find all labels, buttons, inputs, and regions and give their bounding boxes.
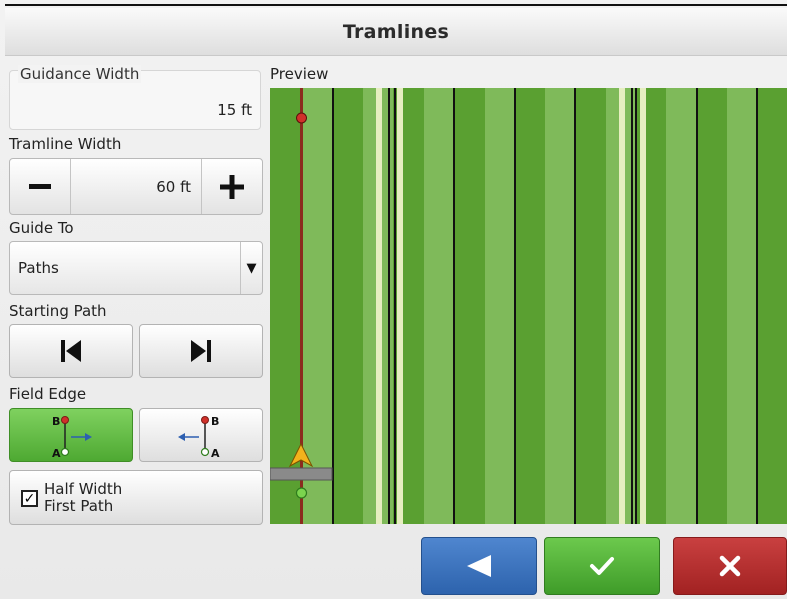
guide-to-value: Paths bbox=[18, 259, 59, 277]
x-icon bbox=[719, 555, 741, 577]
preview-map[interactable] bbox=[270, 88, 787, 524]
tramline-width-stepper: 60 ft bbox=[9, 158, 263, 215]
top-border bbox=[5, 4, 787, 6]
field-edge-left-icon: B A bbox=[52, 415, 92, 459]
guidance-width-box: Guidance Width 15 ft bbox=[9, 65, 261, 130]
tramlines-screen: Tramlines Guidance Width 15 ft Tramline … bbox=[0, 0, 787, 599]
chevron-down-icon: ▼ bbox=[240, 242, 262, 294]
back-button[interactable] bbox=[421, 537, 537, 595]
half-width-label-line1: Half Width bbox=[44, 480, 123, 498]
point-b-marker bbox=[296, 112, 307, 124]
half-width-checkbox[interactable]: ✓ bbox=[21, 490, 38, 507]
field-edge-left-button[interactable]: B A bbox=[9, 408, 133, 462]
field-edge-right-button[interactable]: B A bbox=[139, 408, 263, 462]
field-edge-right-b: B bbox=[211, 415, 219, 428]
starting-path-first-button[interactable] bbox=[9, 324, 133, 378]
plus-icon bbox=[220, 174, 244, 199]
point-a-marker bbox=[295, 487, 308, 499]
guide-to-label: Guide To bbox=[9, 219, 74, 237]
preview-field bbox=[270, 88, 787, 524]
starting-path-label: Starting Path bbox=[9, 302, 107, 320]
minus-icon bbox=[29, 183, 51, 189]
page-title: Tramlines bbox=[342, 20, 450, 43]
checkmark-icon bbox=[590, 557, 614, 575]
half-width-label-line2: First Path bbox=[44, 497, 114, 515]
implement-bar bbox=[270, 467, 333, 481]
tramline-width-label: Tramline Width bbox=[9, 135, 122, 153]
title-bar: Tramlines bbox=[5, 8, 787, 56]
increase-button[interactable] bbox=[202, 159, 262, 214]
field-edge-right-icon: B A bbox=[178, 415, 220, 459]
preview-label: Preview bbox=[270, 65, 329, 83]
back-triangle-icon bbox=[467, 555, 491, 577]
guidance-width-value: 15 ft bbox=[217, 101, 252, 119]
field-edge-left-b: B bbox=[52, 415, 60, 428]
decrease-button[interactable] bbox=[10, 159, 70, 214]
field-edge-left-a: A bbox=[52, 447, 61, 459]
skip-first-icon bbox=[61, 340, 81, 362]
field-edge-label: Field Edge bbox=[9, 385, 87, 403]
tramline-width-value: 60 ft bbox=[70, 159, 202, 214]
cancel-button[interactable] bbox=[673, 537, 787, 595]
guide-to-select[interactable]: Paths ▼ bbox=[9, 241, 263, 295]
guidance-width-label: Guidance Width bbox=[18, 65, 142, 83]
starting-path-last-button[interactable] bbox=[139, 324, 263, 378]
skip-last-icon bbox=[191, 340, 211, 362]
half-width-label: Half Width First Path bbox=[44, 481, 164, 515]
field-edge-right-a: A bbox=[211, 447, 220, 459]
half-width-toggle[interactable]: ✓ Half Width First Path bbox=[9, 470, 263, 525]
accept-button[interactable] bbox=[544, 537, 660, 595]
